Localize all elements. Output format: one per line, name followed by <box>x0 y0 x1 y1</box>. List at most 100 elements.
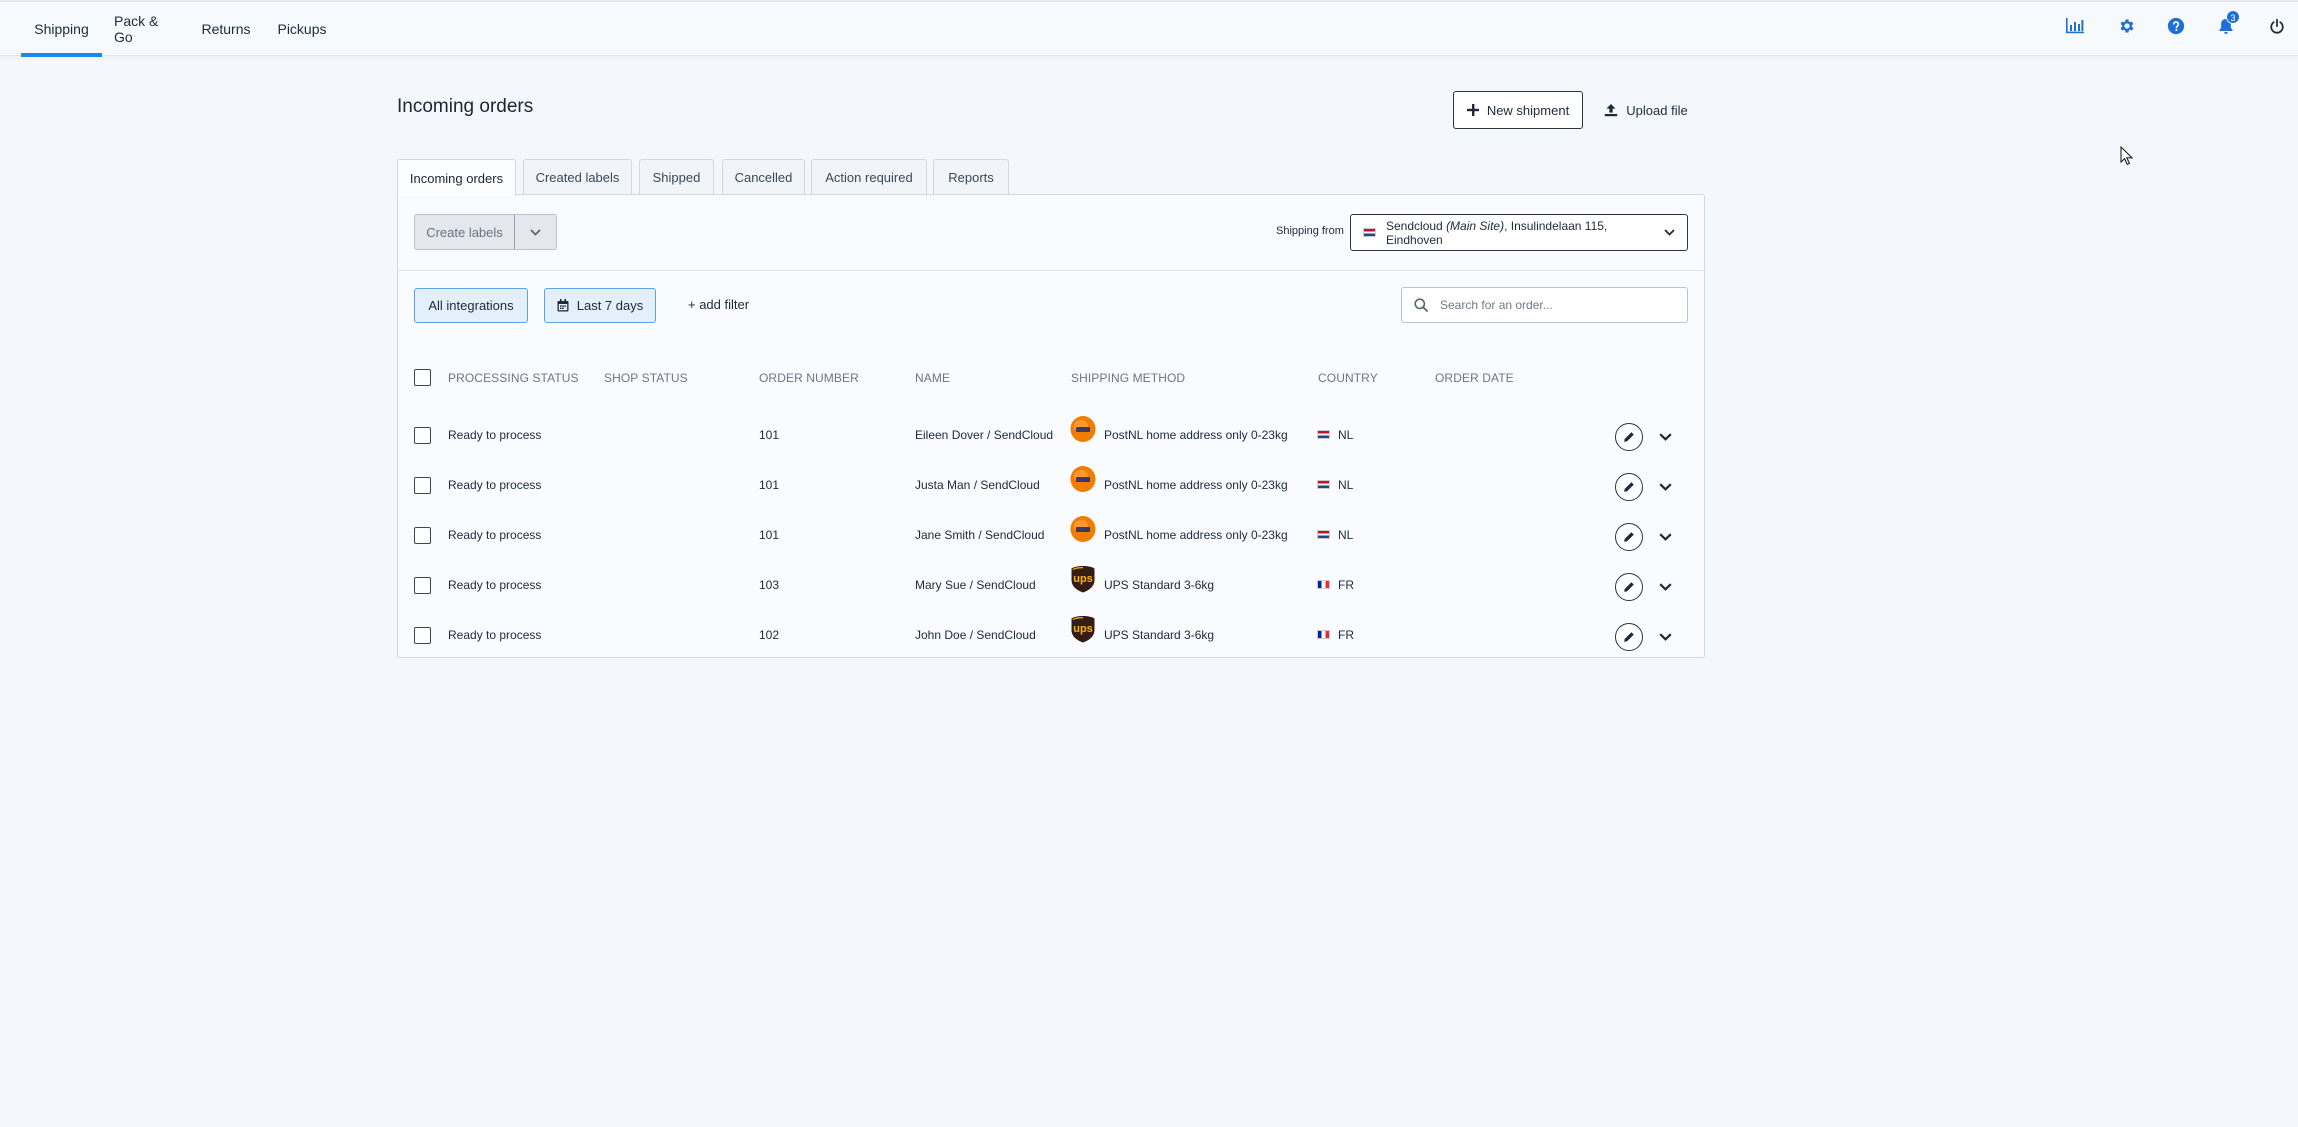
column-header-order-date[interactable]: ORDER DATE <box>1435 371 1514 385</box>
row-checkbox[interactable] <box>414 427 431 444</box>
netherlands-flag-icon <box>1317 530 1330 539</box>
tab-reports[interactable]: Reports <box>933 159 1009 195</box>
gear-icon[interactable] <box>2111 10 2143 42</box>
pencil-icon <box>1624 432 1634 442</box>
search-icon <box>1414 298 1428 312</box>
expand-row-button[interactable] <box>1655 477 1675 497</box>
row-name: Mary Sue / SendCloud <box>915 578 1036 592</box>
expand-row-button[interactable] <box>1655 427 1675 447</box>
column-header-country[interactable]: COUNTRY <box>1318 371 1378 385</box>
create-labels-dropdown[interactable] <box>515 215 556 249</box>
expand-row-button[interactable] <box>1655 527 1675 547</box>
edit-order-button[interactable] <box>1615 623 1643 651</box>
nav-tab-shipping[interactable]: Shipping <box>21 2 102 57</box>
chevron-down-icon <box>1658 633 1672 641</box>
orders-panel <box>397 194 1705 658</box>
new-shipment-button[interactable]: New shipment <box>1453 91 1583 129</box>
shipping-from-value: Sendcloud (Main Site), Insulindelaan 115… <box>1386 219 1654 247</box>
row-country: NL <box>1338 528 1354 542</box>
add-filter-link[interactable]: + add filter <box>688 297 749 312</box>
select-all-checkbox[interactable] <box>414 369 431 386</box>
row-shipping-method: UPS Standard 3-6kg <box>1104 578 1215 592</box>
row-shipping-method: PostNL home address only 0-23kg <box>1104 428 1288 442</box>
tab-shipped[interactable]: Shipped <box>639 159 714 195</box>
upload-icon <box>1605 104 1618 117</box>
tab-incoming-orders[interactable]: Incoming orders <box>397 159 516 196</box>
row-checkbox[interactable] <box>414 527 431 544</box>
row-country: FR <box>1338 578 1354 592</box>
order-search-box <box>1401 287 1688 323</box>
column-header-order-number[interactable]: ORDER NUMBER <box>759 371 859 385</box>
row-processing-status: Ready to process <box>448 428 542 442</box>
row-processing-status: Ready to process <box>448 578 542 592</box>
row-name: Eileen Dover / SendCloud <box>915 428 1054 442</box>
row-checkbox[interactable] <box>414 477 431 494</box>
chevron-down-icon <box>1658 433 1672 441</box>
edit-order-button[interactable] <box>1615 473 1643 501</box>
row-checkbox[interactable] <box>414 627 431 644</box>
row-processing-status: Ready to process <box>448 528 542 542</box>
pencil-icon <box>1624 582 1634 592</box>
calendar-icon <box>557 299 569 312</box>
row-order-number: 101 <box>759 478 780 492</box>
power-icon[interactable] <box>2261 10 2293 42</box>
page-title: Incoming orders <box>397 96 534 117</box>
row-checkbox[interactable] <box>414 577 431 594</box>
all-integrations-label: All integrations <box>428 298 514 313</box>
row-order-number: 102 <box>759 628 780 642</box>
row-country: NL <box>1338 478 1354 492</box>
row-country: NL <box>1338 428 1354 442</box>
analytics-icon[interactable] <box>2059 10 2091 42</box>
france-flag-icon <box>1317 630 1330 639</box>
edit-order-button[interactable] <box>1615 423 1643 451</box>
shipping-from-site: (Main Site) <box>1446 218 1505 233</box>
top-navigation-bar: Shipping Pack & Go Returns Pickups 3 <box>0 0 2298 57</box>
edit-order-button[interactable] <box>1615 573 1643 601</box>
create-labels-button[interactable]: Create labels <box>415 215 515 249</box>
nav-tab-pickups[interactable]: Pickups <box>276 2 328 56</box>
plus-icon <box>1466 104 1479 116</box>
upload-file-label: Upload file <box>1626 102 1688 118</box>
order-search-input[interactable] <box>1440 298 1670 312</box>
nav-tab-pack-and-go[interactable]: Pack & Go <box>114 2 176 56</box>
column-header-name[interactable]: NAME <box>915 371 950 385</box>
svg-text:ups: ups <box>1073 573 1093 585</box>
bell-icon[interactable]: 3 <box>2210 10 2242 42</box>
row-shipping-method: UPS Standard 3-6kg <box>1104 628 1215 642</box>
row-order-number: 103 <box>759 578 780 592</box>
ups-logo-icon: ups <box>1070 565 1096 593</box>
chevron-down-icon <box>1658 533 1672 541</box>
tab-created-labels[interactable]: Created labels <box>523 159 632 195</box>
column-header-shipping-method[interactable]: SHIPPING METHOD <box>1071 371 1185 385</box>
row-name: John Doe / SendCloud <box>915 628 1036 642</box>
pencil-icon <box>1624 482 1634 492</box>
row-order-number: 101 <box>759 528 780 542</box>
create-labels-split-button: Create labels <box>414 214 557 250</box>
tab-action-required[interactable]: Action required <box>811 159 927 195</box>
chevron-down-icon <box>1664 229 1675 236</box>
column-header-shop-status[interactable]: SHOP STATUS <box>604 371 688 385</box>
shipping-from-select[interactable]: Sendcloud (Main Site), Insulindelaan 115… <box>1350 214 1688 251</box>
row-shipping-method: PostNL home address only 0-23kg <box>1104 478 1288 492</box>
new-shipment-label: New shipment <box>1486 102 1570 118</box>
postnl-logo-icon <box>1070 415 1096 443</box>
expand-row-button[interactable] <box>1655 627 1675 647</box>
row-country: FR <box>1338 628 1354 642</box>
tab-cancelled[interactable]: Cancelled <box>722 159 805 195</box>
date-range-filter[interactable]: Last 7 days <box>544 288 656 323</box>
netherlands-flag-icon <box>1317 480 1330 489</box>
edit-order-button[interactable] <box>1615 523 1643 551</box>
expand-row-button[interactable] <box>1655 577 1675 597</box>
nav-tab-returns[interactable]: Returns <box>200 2 252 56</box>
chevron-down-icon <box>530 228 541 236</box>
netherlands-flag-icon <box>1317 430 1330 439</box>
help-icon[interactable] <box>2160 10 2192 42</box>
row-name: Jane Smith / SendCloud <box>915 528 1045 542</box>
upload-file-button[interactable]: Upload file <box>1598 91 1694 129</box>
all-integrations-filter[interactable]: All integrations <box>414 288 528 323</box>
notification-count-badge: 3 <box>2226 10 2240 24</box>
shipping-from-name: Sendcloud <box>1386 218 1443 233</box>
column-header-processing-status[interactable]: PROCESSING STATUS <box>448 371 579 385</box>
toolbar-divider <box>397 270 1705 271</box>
row-name: Justa Man / SendCloud <box>915 478 1040 492</box>
